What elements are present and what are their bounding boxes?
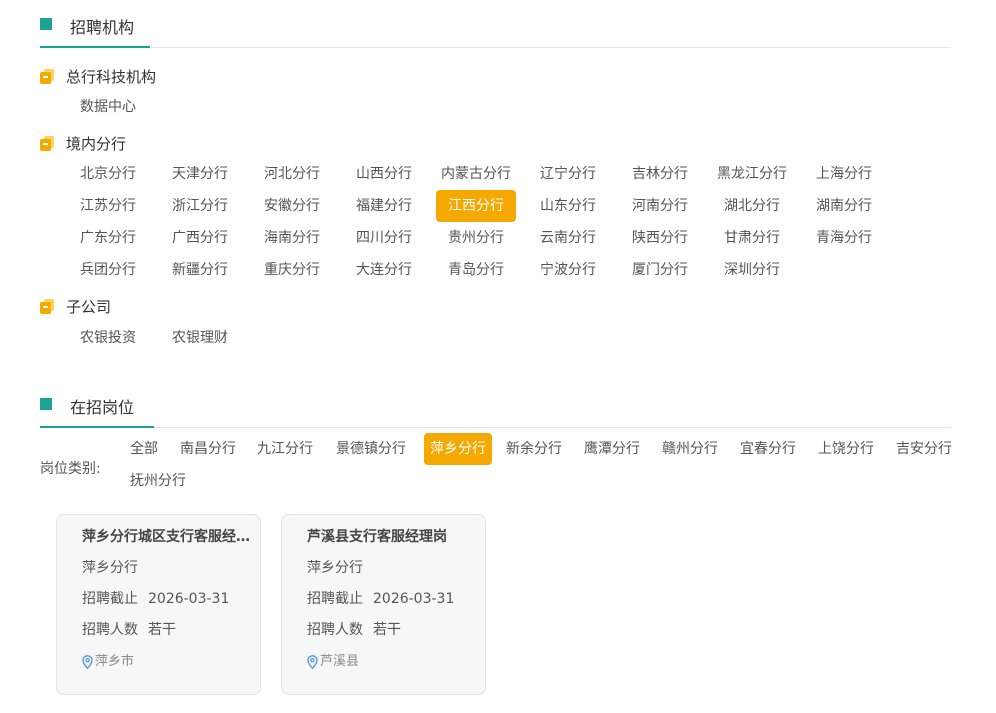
category-label: 岗位类别: — [40, 461, 101, 477]
category-item[interactable]: 抚州分行 — [124, 465, 192, 497]
section-square-icon — [40, 398, 58, 414]
org-item[interactable]: 内蒙古分行 — [436, 158, 516, 190]
job-deadline: 招聘截止 2026-03-31 — [82, 591, 230, 607]
job-card[interactable]: 萍乡分行城区支行客服经理岗 萍乡分行 招聘截止 2026-03-31 招聘人数 若干… — [56, 514, 261, 695]
org-item[interactable]: 贵州分行 — [436, 222, 516, 254]
job-count: 招聘人数 若干 — [307, 622, 401, 638]
org-item[interactable]: 广东分行 — [68, 222, 148, 254]
org-item[interactable]: 四川分行 — [344, 222, 424, 254]
category-item[interactable]: 景德镇分行 — [330, 433, 412, 465]
org-item[interactable]: 江西分行 — [436, 190, 516, 222]
org-item[interactable]: 甘肃分行 — [712, 222, 792, 254]
org-item[interactable]: 陕西分行 — [620, 222, 700, 254]
org-item[interactable]: 新疆分行 — [160, 254, 240, 286]
group-title-subsidiary: 子公司 — [40, 296, 111, 317]
org-section-title: 招聘机构 — [70, 18, 135, 37]
category-item[interactable]: 新余分行 — [500, 433, 568, 465]
org-item[interactable]: 云南分行 — [528, 222, 608, 254]
location-pin-icon — [307, 655, 318, 669]
org-item[interactable]: 厦门分行 — [620, 254, 700, 286]
org-item[interactable]: 农银投资 — [72, 322, 144, 354]
org-item[interactable]: 浙江分行 — [160, 190, 240, 222]
job-location: 芦溪县 — [307, 653, 359, 671]
org-item[interactable]: 海南分行 — [252, 222, 332, 254]
job-deadline: 招聘截止 2026-03-31 — [307, 591, 455, 607]
org-item[interactable]: 深圳分行 — [712, 254, 792, 286]
category-item[interactable]: 吉安分行 — [890, 433, 958, 465]
org-item[interactable]: 北京分行 — [68, 158, 148, 190]
org-item[interactable]: 山东分行 — [528, 190, 608, 222]
org-item[interactable]: 河南分行 — [620, 190, 700, 222]
jobs-section-header: 在招岗位 — [40, 398, 951, 428]
category-item[interactable]: 鹰潭分行 — [578, 433, 646, 465]
job-card[interactable]: 芦溪县支行客服经理岗 萍乡分行 招聘截止 2026-03-31 招聘人数 若干 芦溪… — [281, 514, 486, 695]
org-item[interactable]: 辽宁分行 — [528, 158, 608, 190]
category-item[interactable]: 上饶分行 — [812, 433, 880, 465]
org-item[interactable]: 湖北分行 — [712, 190, 792, 222]
job-location: 萍乡市 — [82, 653, 134, 671]
job-title[interactable]: 芦溪县支行客服经理岗 — [307, 527, 479, 547]
org-item[interactable]: 大连分行 — [344, 254, 424, 286]
org-item[interactable]: 广西分行 — [160, 222, 240, 254]
org-item[interactable]: 湖南分行 — [804, 190, 884, 222]
org-item[interactable]: 兵团分行 — [68, 254, 148, 286]
category-item[interactable]: 赣州分行 — [656, 433, 724, 465]
briefcase-icon — [40, 136, 54, 151]
job-org: 萍乡分行 — [82, 560, 138, 576]
org-item[interactable]: 河北分行 — [252, 158, 332, 190]
org-section-header: 招聘机构 — [40, 18, 951, 48]
org-item[interactable]: 江苏分行 — [68, 190, 148, 222]
jobs-section-title: 在招岗位 — [70, 398, 135, 417]
job-count: 招聘人数 若干 — [82, 622, 176, 638]
job-org: 萍乡分行 — [307, 560, 363, 576]
org-item[interactable]: 重庆分行 — [252, 254, 332, 286]
briefcase-icon — [40, 299, 54, 314]
org-item[interactable]: 福建分行 — [344, 190, 424, 222]
org-item[interactable]: 宁波分行 — [528, 254, 608, 286]
section-square-icon — [40, 18, 58, 34]
org-item[interactable]: 天津分行 — [160, 158, 240, 190]
org-item[interactable]: 农银理财 — [164, 322, 236, 354]
org-item[interactable]: 青岛分行 — [436, 254, 516, 286]
job-title[interactable]: 萍乡分行城区支行客服经理岗 — [82, 527, 254, 547]
category-item[interactable]: 萍乡分行 — [424, 433, 492, 465]
group-title-domestic: 境内分行 — [40, 133, 126, 154]
org-item[interactable]: 上海分行 — [804, 158, 884, 190]
briefcase-icon — [40, 69, 54, 84]
org-item[interactable]: 数据中心 — [72, 91, 144, 123]
group-title-tech: 总行科技机构 — [40, 66, 156, 87]
org-item[interactable]: 青海分行 — [804, 222, 884, 254]
org-item[interactable]: 安徽分行 — [252, 190, 332, 222]
category-item[interactable]: 九江分行 — [251, 433, 319, 465]
category-item[interactable]: 宜春分行 — [734, 433, 802, 465]
org-item[interactable]: 山西分行 — [344, 158, 424, 190]
org-item[interactable]: 吉林分行 — [620, 158, 700, 190]
org-item[interactable]: 黑龙江分行 — [712, 158, 792, 190]
location-pin-icon — [82, 655, 93, 669]
category-item[interactable]: 南昌分行 — [174, 433, 242, 465]
category-item[interactable]: 全部 — [124, 433, 164, 465]
